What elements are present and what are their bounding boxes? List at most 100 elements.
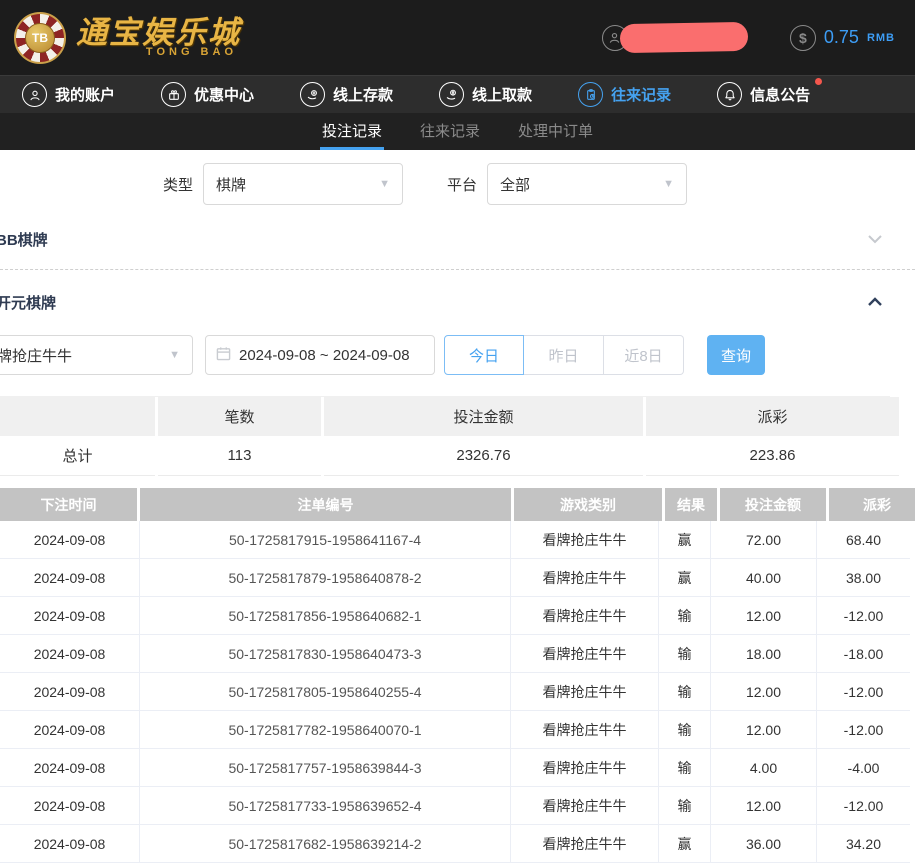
chevron-down-icon[interactable] [867,231,883,247]
yesterday-button[interactable]: 昨日 [524,335,604,375]
summary-header-row: 笔数 投注金额 派彩 [0,397,890,436]
cell-bet-time: 2024-09-08 [0,559,140,597]
table-row: 2024-09-08 50-1725817879-1958640878-2 看牌… [0,559,910,597]
table-row: 2024-09-08 50-1725817805-1958640255-4 看牌… [0,673,910,711]
main-nav: 我的账户 优惠中心 线上存款 线上取款 往来记录 信息公告 [0,75,915,113]
nav-item-announcements[interactable]: 信息公告 [717,82,810,107]
cell-bet-time: 2024-09-08 [0,673,140,711]
table-row: 2024-09-08 50-1725817856-1958640682-1 看牌… [0,597,910,635]
quick-date-buttons: 今日 昨日 近8日 [444,335,684,375]
cell-result: 赢 [659,559,711,597]
content-area: 类型 棋牌 ▼ 平台 全部 ▼ BB棋牌 开元棋牌 看牌抢庄牛牛 ▼ 2024-… [0,150,915,863]
query-row: 看牌抢庄牛牛 ▼ 2024-09-08 ~ 2024-09-08 今日 昨日 近… [0,335,915,375]
summary-total-label: 总计 [0,436,155,476]
brand-name-cn: 通宝娱乐城 [76,18,241,49]
cell-game-type: 看牌抢庄牛牛 [511,749,659,787]
cell-game-type: 看牌抢庄牛牛 [511,521,659,559]
platform-select[interactable]: 全部 ▼ [487,163,687,205]
nav-item-online-withdraw[interactable]: 线上取款 [439,82,532,107]
cell-bet-amount: 40.00 [711,559,817,597]
table-body: 2024-09-08 50-1725817915-1958641167-4 看牌… [0,521,910,863]
type-select[interactable]: 棋牌 ▼ [203,163,403,205]
withdraw-coin-hand-icon [439,82,464,107]
record-tabs: 投注记录 往来记录 处理中订单 [0,113,915,150]
game-select-value: 看牌抢庄牛牛 [0,345,72,366]
wallet-balance[interactable]: $ 0.75 RMB [790,25,895,51]
cell-bet-amount: 12.00 [711,787,817,825]
dollar-icon: $ [790,25,816,51]
cell-bet-id: 50-1725817856-1958640682-1 [140,597,511,635]
nav-item-promotions[interactable]: 优惠中心 [161,82,254,107]
nav-label: 我的账户 [55,84,115,105]
nav-label: 线上取款 [472,84,532,105]
gift-icon [161,82,186,107]
cell-game-type: 看牌抢庄牛牛 [511,787,659,825]
last-8-days-button[interactable]: 近8日 [604,335,684,375]
balance-currency: RMB [867,32,895,44]
cell-game-type: 看牌抢庄牛牛 [511,825,659,863]
cell-game-type: 看牌抢庄牛牛 [511,559,659,597]
table-row: 2024-09-08 50-1725817733-1958639652-4 看牌… [0,787,910,825]
nav-item-online-deposit[interactable]: 线上存款 [300,82,393,107]
cell-bet-amount: 4.00 [711,749,817,787]
cell-bet-time: 2024-09-08 [0,787,140,825]
bet-records-table: 下注时间 注单编号 游戏类别 结果 投注金额 派彩 2024-09-08 50-… [0,488,910,863]
tab-bet-records[interactable]: 投注记录 [320,113,384,150]
balance-amount: 0.75 [824,27,859,48]
type-label: 类型 [163,174,193,195]
user-account-area[interactable] [602,23,748,52]
poker-chip-icon: TB [14,12,66,64]
brand-logo[interactable]: TB 通宝娱乐城 TONG BAO [14,12,241,64]
summary-header-blank [0,397,155,436]
summary-total-count: 113 [158,436,321,476]
table-row: 2024-09-08 50-1725817757-1958639844-3 看牌… [0,749,910,787]
cell-result: 输 [659,787,711,825]
bell-icon [717,82,742,107]
cell-bet-id: 50-1725817782-1958640070-1 [140,711,511,749]
date-range-input[interactable]: 2024-09-08 ~ 2024-09-08 [205,335,435,375]
table-row: 2024-09-08 50-1725817915-1958641167-4 看牌… [0,521,910,559]
col-bet-time: 下注时间 [0,488,137,521]
cell-bet-time: 2024-09-08 [0,597,140,635]
cell-bet-amount: 12.00 [711,597,817,635]
chevron-up-icon[interactable] [867,294,883,310]
chevron-down-icon: ▼ [663,178,674,190]
tab-pending-orders[interactable]: 处理中订单 [516,113,595,150]
game-select[interactable]: 看牌抢庄牛牛 ▼ [0,335,193,375]
col-game-type: 游戏类别 [514,488,662,521]
col-bet-id: 注单编号 [140,488,511,521]
cell-result: 输 [659,635,711,673]
today-button[interactable]: 今日 [444,335,524,375]
cell-result: 输 [659,597,711,635]
section-title: 开元棋牌 [0,292,56,313]
cell-bet-time: 2024-09-08 [0,749,140,787]
deposit-coin-hand-icon [300,82,325,107]
cell-result: 赢 [659,825,711,863]
cell-payout: 38.00 [817,559,910,597]
cell-game-type: 看牌抢庄牛牛 [511,673,659,711]
platform-select-value: 全部 [500,174,530,195]
nav-item-my-account[interactable]: 我的账户 [22,82,115,107]
dashed-divider [0,269,915,270]
cell-bet-time: 2024-09-08 [0,711,140,749]
cell-bet-id: 50-1725817682-1958639214-2 [140,825,511,863]
cell-payout: -12.00 [817,597,910,635]
search-button[interactable]: 查询 [707,335,765,375]
nav-item-transaction-records[interactable]: 往来记录 [578,82,671,107]
type-select-value: 棋牌 [216,174,246,195]
table-row: 2024-09-08 50-1725817682-1958639214-2 看牌… [0,825,910,863]
section-kaiyuan-chess[interactable]: 开元棋牌 [0,290,915,314]
cell-result: 输 [659,711,711,749]
cell-bet-time: 2024-09-08 [0,521,140,559]
section-bb-chess[interactable]: BB棋牌 [0,227,915,251]
cell-bet-id: 50-1725817879-1958640878-2 [140,559,511,597]
cell-payout: -4.00 [817,749,910,787]
cell-bet-id: 50-1725817757-1958639844-3 [140,749,511,787]
summary-header-payout: 派彩 [646,397,899,436]
cell-game-type: 看牌抢庄牛牛 [511,635,659,673]
header-right: $ 0.75 RMB [602,23,895,52]
nav-label: 线上存款 [333,84,393,105]
cell-game-type: 看牌抢庄牛牛 [511,711,659,749]
tab-transaction-records[interactable]: 往来记录 [418,113,482,150]
cell-bet-amount: 12.00 [711,673,817,711]
